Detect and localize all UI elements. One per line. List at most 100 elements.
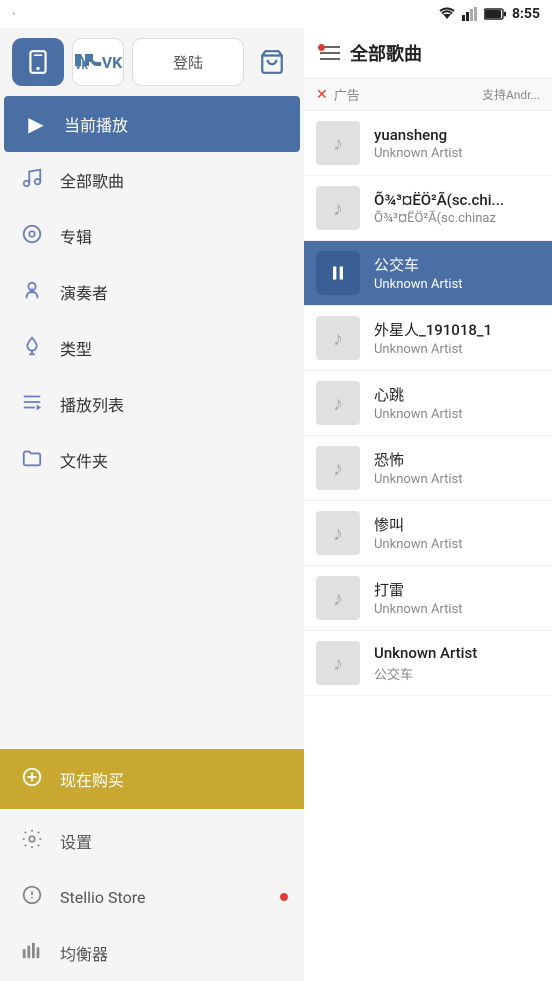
song-title-1: yuansheng <box>374 126 540 144</box>
now-playing-label: 当前播放 <box>64 112 128 136</box>
cart-button[interactable] <box>252 38 292 86</box>
music-note-icon-1: ♪ <box>333 131 343 156</box>
folders-label: 文件夹 <box>60 448 108 472</box>
sidebar: VK VK 登陆 ▶ 当前播放 <box>0 28 304 981</box>
ad-label: 广告 <box>334 85 360 104</box>
song-thumb-7: ♪ <box>316 511 360 555</box>
song-artist-8: Unknown Artist <box>374 602 540 617</box>
music-note-icon-9: ♪ <box>333 651 343 676</box>
signal-icon <box>462 7 478 21</box>
song-thumb-3 <box>316 251 360 295</box>
vk-label: VK <box>102 53 123 72</box>
song-info-2: Õ¾³¤ËÖ²Ã(sc.chi... Õ¾³¤ËÖ²Ã(sc.chinaz <box>374 191 540 226</box>
song-item-4[interactable]: ♪ 外星人_191018_1 Unknown Artist <box>304 306 552 371</box>
song-info-5: 心跳 Unknown Artist <box>374 384 540 422</box>
album-icon <box>20 223 44 250</box>
song-title-2: Õ¾³¤ËÖ²Ã(sc.chi... <box>374 191 540 209</box>
stellio-store-label: Stellio Store <box>60 888 145 907</box>
song-thumb-5: ♪ <box>316 381 360 425</box>
song-item-9[interactable]: ♪ Unknown Artist 公交车 <box>304 631 552 696</box>
song-artist-6: Unknown Artist <box>374 472 540 487</box>
artist-icon <box>20 279 44 306</box>
song-info-8: 打雷 Unknown Artist <box>374 579 540 617</box>
music-note-icon-7: ♪ <box>333 521 343 546</box>
song-info-7: 惨叫 Unknown Artist <box>374 514 540 552</box>
song-item-5[interactable]: ♪ 心跳 Unknown Artist <box>304 371 552 436</box>
song-item-7[interactable]: ♪ 惨叫 Unknown Artist <box>304 501 552 566</box>
phone-icon-button[interactable] <box>12 38 64 86</box>
equalizer-label: 均衡器 <box>60 941 108 965</box>
sidebar-item-artists[interactable]: 演奏者 <box>0 264 304 320</box>
song-info-4: 外星人_191018_1 Unknown Artist <box>374 319 540 357</box>
music-note-icon-4: ♪ <box>333 326 343 351</box>
sidebar-item-playlists[interactable]: 播放列表 <box>0 376 304 432</box>
hamburger-line-2 <box>320 52 340 54</box>
song-item-6[interactable]: ♪ 恐怖 Unknown Artist <box>304 436 552 501</box>
ad-right-text: 支持Andr... <box>482 86 540 103</box>
right-panel: 全部歌曲 ✕ 广告 支持Andr... ♪ yuansheng Unknown … <box>304 28 552 981</box>
svg-text:VK: VK <box>75 61 89 71</box>
song-title-9: Unknown Artist <box>374 644 540 662</box>
login-button[interactable]: 登陆 <box>132 38 244 86</box>
song-thumb-9: ♪ <box>316 641 360 685</box>
song-item-1[interactable]: ♪ yuansheng Unknown Artist <box>304 111 552 176</box>
albums-label: 专辑 <box>60 224 92 248</box>
song-title-3: 公交车 <box>374 254 540 275</box>
playlists-label: 播放列表 <box>60 392 124 416</box>
sidebar-bottom: 设置 Stellio Store <box>0 813 304 981</box>
song-title-4: 外星人_191018_1 <box>374 319 540 340</box>
sidebar-item-folders[interactable]: 文件夹 <box>0 432 304 488</box>
song-item-8[interactable]: ♪ 打雷 Unknown Artist <box>304 566 552 631</box>
song-artist-7: Unknown Artist <box>374 537 540 552</box>
song-thumb-4: ♪ <box>316 316 360 360</box>
song-item-3[interactable]: 公交车 Unknown Artist <box>304 241 552 306</box>
sidebar-item-now-playing[interactable]: ▶ 当前播放 <box>4 96 300 152</box>
song-thumb-8: ♪ <box>316 576 360 620</box>
song-title-8: 打雷 <box>374 579 540 600</box>
sidebar-item-equalizer[interactable]: 均衡器 <box>0 925 304 981</box>
buy-now-button[interactable]: 现在购买 <box>0 749 304 809</box>
sidebar-item-stellio[interactable]: Stellio Store <box>0 869 304 925</box>
song-title-5: 心跳 <box>374 384 540 405</box>
buy-icon <box>20 766 44 793</box>
vk-button[interactable]: VK VK <box>72 38 124 86</box>
right-header: 全部歌曲 <box>304 28 552 79</box>
sidebar-item-genres[interactable]: 类型 <box>0 320 304 376</box>
settings-icon <box>20 828 44 855</box>
playlist-icon <box>20 391 44 418</box>
wifi-dot: • <box>12 9 15 20</box>
settings-label: 设置 <box>60 829 92 853</box>
song-artist-2: Õ¾³¤ËÖ²Ã(sc.chinaz <box>374 211 540 226</box>
ad-banner: ✕ 广告 支持Andr... <box>304 79 552 111</box>
song-artist-4: Unknown Artist <box>374 342 540 357</box>
status-bar-left: • <box>12 9 15 20</box>
song-item-2[interactable]: ♪ Õ¾³¤ËÖ²Ã(sc.chi... Õ¾³¤ËÖ²Ã(sc.chinaz <box>304 176 552 241</box>
hamburger-menu[interactable] <box>320 46 340 60</box>
equalizer-icon <box>20 940 44 967</box>
folder-icon <box>20 447 44 474</box>
wifi-icon <box>438 7 456 21</box>
song-artist-9: 公交车 <box>374 664 540 683</box>
phone-svg <box>25 49 51 75</box>
store-icon <box>20 884 44 911</box>
song-info-9: Unknown Artist 公交车 <box>374 644 540 683</box>
song-list: ♪ yuansheng Unknown Artist ♪ Õ¾³¤ËÖ²Ã(sc… <box>304 111 552 981</box>
panel-title: 全部歌曲 <box>350 40 422 66</box>
sidebar-item-settings[interactable]: 设置 <box>0 813 304 869</box>
hamburger-line-3 <box>320 58 340 60</box>
song-artist-1: Unknown Artist <box>374 146 540 161</box>
clock: 8:55 <box>512 6 540 22</box>
sidebar-item-all-songs[interactable]: 全部歌曲 <box>0 152 304 208</box>
status-bar-right: 8:55 <box>438 6 540 22</box>
ad-close-button[interactable]: ✕ <box>316 87 328 103</box>
buy-now-label: 现在购买 <box>60 767 124 791</box>
music-note-icon-6: ♪ <box>333 456 343 481</box>
genres-label: 类型 <box>60 336 92 360</box>
song-info-6: 恐怖 Unknown Artist <box>374 449 540 487</box>
battery-icon <box>484 8 506 20</box>
play-icon: ▶ <box>24 112 48 136</box>
song-thumb-1: ♪ <box>316 121 360 165</box>
sidebar-topbar: VK VK 登陆 <box>0 28 304 96</box>
sidebar-item-albums[interactable]: 专辑 <box>0 208 304 264</box>
genre-icon <box>20 335 44 362</box>
